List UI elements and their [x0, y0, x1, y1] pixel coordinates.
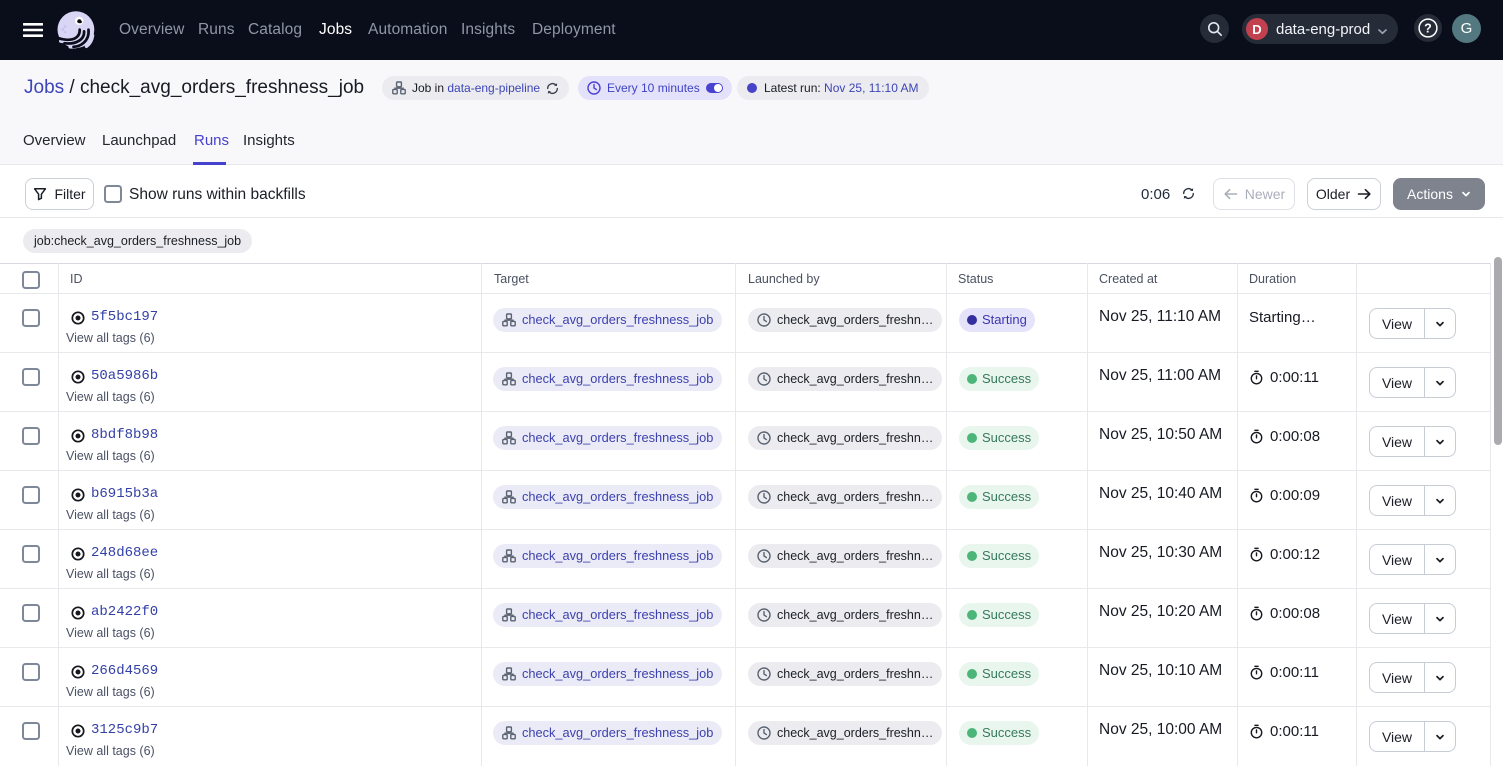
svg-text:?: ? — [1424, 21, 1432, 35]
